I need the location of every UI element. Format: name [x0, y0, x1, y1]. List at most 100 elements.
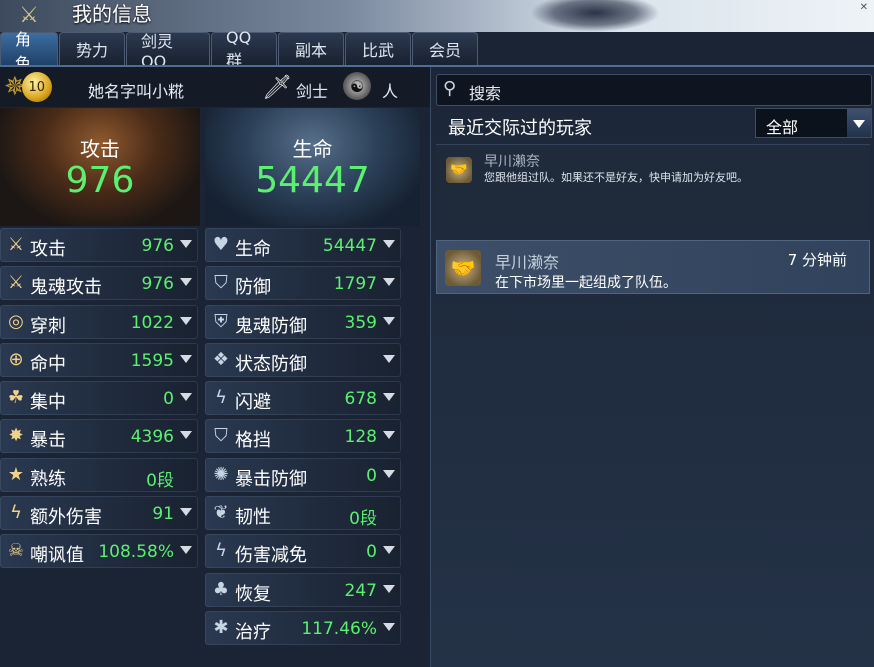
stat-label: 嘲讽值	[30, 545, 84, 567]
stat-label: 暴击	[30, 430, 66, 452]
status-shield-icon: ❖	[212, 348, 230, 370]
attack-summary-label: 攻击	[80, 137, 120, 161]
tab-character[interactable]: 角色	[0, 30, 58, 73]
stat-label: 格挡	[235, 430, 271, 452]
stat-value: 678	[344, 389, 377, 410]
expand-arrow-icon[interactable]	[383, 278, 395, 287]
recent-player-card[interactable]: 🤝 早川濑奈 您跟他组过队。如果还不是好友，快申请加为好友吧。	[436, 144, 870, 233]
stat-value: 0段	[349, 509, 377, 530]
stat-value: 54447	[322, 236, 377, 256]
stat-row[interactable]: ⚔ 鬼魂攻击 976	[0, 266, 198, 301]
stat-row[interactable]: ♥ 生命 54447	[205, 228, 401, 262]
tab-arena[interactable]: 比武	[345, 32, 411, 65]
close-icon[interactable]: ✕	[860, 2, 868, 13]
expand-arrow-icon[interactable]	[180, 354, 192, 363]
heal-icon: ✱	[213, 616, 229, 638]
level-value: 10	[21, 72, 52, 102]
expand-arrow-icon[interactable]	[383, 469, 395, 478]
expand-arrow-icon[interactable]	[180, 393, 192, 402]
stat-row[interactable]: ⛉ 格挡 128	[205, 419, 401, 454]
filter-dropdown[interactable]: 全部	[755, 108, 872, 138]
expand-arrow-icon[interactable]	[383, 393, 395, 402]
log-timestamp: 7 分钟前	[787, 251, 847, 269]
defense-stats: ♥ 生命 54447 ⛉ 防御 1797 ⛨ 鬼魂防御 359 ❖ 状态防御 ϟ 闪避 678 ⛉ 格挡 128…	[205, 228, 401, 649]
search-placeholder: 搜索	[469, 84, 502, 103]
evade-icon: ϟ	[215, 387, 227, 409]
class-sword-icon: 🗡	[262, 73, 293, 101]
stat-label: 集中	[30, 392, 66, 414]
recent-player-name[interactable]: 早川濑奈	[484, 151, 540, 171]
attack-summary: 攻击 976	[0, 108, 200, 226]
block-icon: ⛉	[214, 425, 228, 447]
stat-row[interactable]: ϟ 伤害减免 0	[205, 534, 401, 569]
window-title: 我的信息	[72, 2, 152, 26]
stat-label: 命中	[30, 353, 66, 375]
level-badge: ✵ 10	[4, 69, 70, 105]
tab-qq-group[interactable]: QQ群	[211, 28, 277, 70]
tab-faction[interactable]: 势力	[59, 32, 125, 65]
stat-label: 攻击	[30, 239, 66, 260]
stat-value: 117.46%	[301, 618, 377, 639]
stat-label: 鬼魂攻击	[30, 277, 102, 299]
character-class: 剑士	[296, 82, 329, 101]
stat-row[interactable]: ♣ 恢复 247	[205, 572, 401, 607]
tab-membership[interactable]: 会员	[412, 32, 478, 65]
expand-arrow-icon[interactable]	[180, 508, 192, 517]
activity-log-row[interactable]: 🤝 早川濑奈 7 分钟前 在下市场里一起组成了队伍。	[436, 240, 870, 294]
expand-arrow-icon[interactable]	[383, 316, 395, 325]
stat-value: 976	[141, 274, 174, 295]
stat-row[interactable]: ☘ 集中 0	[0, 381, 198, 416]
stat-row[interactable]: ☠ 嘲讽值 108.58%	[0, 534, 198, 569]
tab-bns-qq[interactable]: 剑灵 QQ	[126, 32, 210, 71]
expand-arrow-icon[interactable]	[383, 431, 395, 440]
stat-value: 976	[141, 236, 174, 256]
tenacity-icon: ❦	[213, 502, 229, 524]
ghost-sword-icon: ⚔	[7, 272, 25, 294]
attack-summary-value: 976	[65, 160, 135, 201]
expand-arrow-icon[interactable]	[383, 354, 395, 363]
stat-value: 247	[344, 580, 377, 601]
stat-row[interactable]: ϟ 额外伤害 91	[0, 496, 198, 531]
log-player-name[interactable]: 早川濑奈	[495, 249, 559, 273]
chevron-down-icon[interactable]	[847, 109, 871, 137]
character-race: 人	[382, 82, 399, 101]
stat-label: 暴击防御	[235, 468, 307, 490]
expand-arrow-icon[interactable]	[383, 546, 395, 555]
recent-players-title: 最近交际过的玩家	[448, 118, 592, 139]
expand-arrow-icon[interactable]	[180, 431, 192, 440]
stat-row[interactable]: ⚔ 攻击 976	[0, 228, 198, 262]
tab-dungeon[interactable]: 副本	[278, 32, 344, 65]
stat-label: 额外伤害	[30, 507, 102, 529]
character-header: ✵ 10 她名字叫小糀 🗡 剑士 ☯ 人	[0, 67, 430, 107]
lightning-icon: ϟ	[10, 502, 22, 524]
stat-row[interactable]: ✱ 治疗 117.46%	[205, 610, 401, 645]
stat-row[interactable]: ⛉ 防御 1797	[205, 266, 401, 301]
stat-row[interactable]: ⊕ 命中 1595	[0, 342, 198, 377]
expand-arrow-icon[interactable]	[180, 546, 192, 555]
stat-row[interactable]: ϟ 闪避 678	[205, 381, 401, 416]
stat-value: 4396	[130, 427, 174, 448]
search-icon: ⚲	[443, 78, 457, 99]
stat-label: 治疗	[235, 621, 271, 643]
log-message: 在下市场里一起组成了队伍。	[495, 275, 677, 291]
character-name: 她名字叫小糀	[88, 82, 185, 101]
stat-label: 闪避	[235, 392, 271, 414]
dragon-art	[530, 0, 660, 32]
stat-row[interactable]: ❖ 状态防御	[205, 342, 401, 377]
stat-row[interactable]: ✸ 暴击 4396	[0, 419, 198, 454]
handshake-icon: 🤝	[445, 250, 481, 286]
stat-row[interactable]: ◎ 穿刺 1022	[0, 304, 198, 339]
sprout-icon: ♣	[212, 578, 230, 600]
expand-arrow-icon[interactable]	[383, 240, 395, 248]
expand-arrow-icon[interactable]	[180, 240, 192, 248]
expand-arrow-icon[interactable]	[383, 622, 395, 631]
stat-label: 韧性	[235, 507, 271, 529]
expand-arrow-icon[interactable]	[180, 278, 192, 287]
expand-arrow-icon[interactable]	[180, 316, 192, 325]
stat-label: 鬼魂防御	[235, 315, 307, 337]
health-summary: 生命 54447	[205, 108, 420, 226]
expand-arrow-icon[interactable]	[383, 584, 395, 593]
search-input[interactable]: ⚲ 搜索	[436, 74, 872, 106]
stat-row[interactable]: ✺ 暴击防御 0	[205, 457, 401, 492]
stat-row[interactable]: ⛨ 鬼魂防御 359	[205, 304, 401, 339]
